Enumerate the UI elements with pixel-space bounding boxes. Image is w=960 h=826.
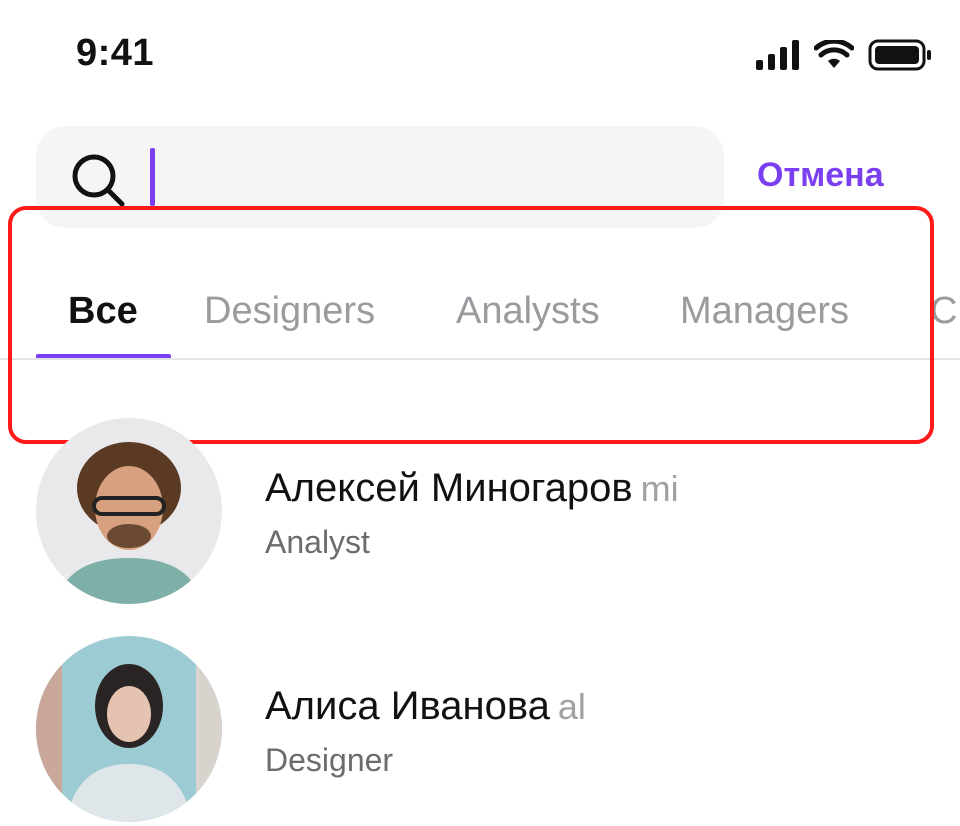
contact-name-text: Алексей Миногаров [265,466,633,510]
wifi-icon [814,40,854,68]
tab-more[interactable]: C [930,290,957,333]
signal-icon [756,40,799,70]
contact-name: Алексей Миногаров mi [265,466,679,511]
contact-role: Designer [265,742,394,778]
highlight-annotation [8,206,934,444]
contact-name: Алиса Иванова al [265,684,586,729]
status-icons [756,38,932,72]
contact-handle: al [557,686,586,727]
contact-role: Analyst [265,524,370,560]
list-item[interactable]: Алиса Иванова al Designer [0,636,960,826]
text-cursor [150,148,155,206]
list-item[interactable]: Алексей Миногаров mi Analyst [0,418,960,608]
battery-icon [868,39,931,71]
search-icon [72,154,125,207]
contact-name-text: Алиса Иванова [265,684,550,728]
avatar [36,636,222,822]
cancel-button[interactable]: Отмена [757,156,884,195]
status-time: 9:41 [76,32,155,74]
contact-handle: mi [640,468,679,509]
avatar [36,418,222,604]
